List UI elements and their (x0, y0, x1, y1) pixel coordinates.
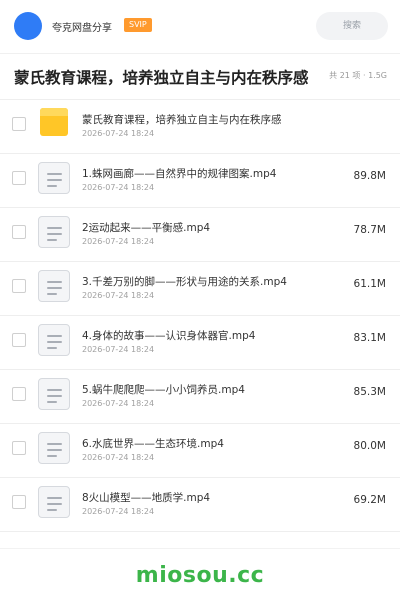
select-checkbox[interactable] (12, 171, 26, 185)
file-size: 80.0M (353, 440, 386, 452)
file-date: 2026-07-24 18:24 (82, 453, 155, 462)
file-size: 85.3M (353, 386, 386, 398)
file-icon (38, 216, 70, 248)
file-name: 2运动起来——平衡感.mp4 (82, 222, 211, 234)
select-checkbox[interactable] (12, 117, 26, 131)
file-name: 1.蛛网画廊——自然界中的规律图案.mp4 (82, 168, 277, 180)
watermark: miosou.cc (135, 563, 265, 588)
file-name: 8火山模型——地质学.mp4 (82, 492, 211, 504)
file-icon (38, 486, 70, 518)
search-button[interactable]: 搜索 (316, 12, 388, 40)
list-item[interactable]: 5.蜗牛爬爬爬——小小饲养员.mp4 2026-07-24 18:24 85.3… (0, 370, 400, 424)
item-count-summary: 共 21 项 · 1.5G (329, 71, 387, 80)
file-size: 69.2M (353, 494, 386, 506)
file-size: 89.8M (353, 170, 386, 182)
file-name: 3.千差万别的脚——形状与用途的关系.mp4 (82, 276, 287, 288)
list-item[interactable]: 8火山模型——地质学.mp4 2026-07-24 18:24 69.2M (0, 478, 400, 532)
file-icon (38, 162, 70, 194)
file-date: 2026-07-24 18:24 (82, 291, 155, 300)
file-icon (38, 270, 70, 302)
select-checkbox[interactable] (12, 495, 26, 509)
file-list: 蒙氏教育课程，培养独立自主与内在秩序感 2026-07-24 18:24 1.蛛… (0, 100, 400, 532)
page-title: 蒙氏教育课程，培养独立自主与内在秩序感 (14, 69, 309, 87)
select-checkbox[interactable] (12, 279, 26, 293)
list-item[interactable]: 2运动起来——平衡感.mp4 2026-07-24 18:24 78.7M (0, 208, 400, 262)
folder-icon (40, 108, 68, 136)
list-item[interactable]: 4.身体的故事——认识身体器官.mp4 2026-07-24 18:24 83.… (0, 316, 400, 370)
file-date: 2026-07-24 18:24 (82, 129, 155, 138)
file-size: 61.1M (353, 278, 386, 290)
file-icon (38, 378, 70, 410)
file-size: 83.1M (353, 332, 386, 344)
file-date: 2026-07-24 18:24 (82, 345, 155, 354)
file-name: 4.身体的故事——认识身体器官.mp4 (82, 330, 256, 342)
top-bar: 夸克网盘分享 SVIP 搜索 (0, 0, 400, 54)
file-icon (38, 324, 70, 356)
footer: miosou.cc (0, 548, 400, 600)
title-bar: 蒙氏教育课程，培养独立自主与内在秩序感 共 21 项 · 1.5G (0, 54, 400, 100)
select-checkbox[interactable] (12, 387, 26, 401)
username: 夸克网盘分享 (52, 23, 112, 34)
file-size: 78.7M (353, 224, 386, 236)
list-item[interactable]: 1.蛛网画廊——自然界中的规律图案.mp4 2026-07-24 18:24 8… (0, 154, 400, 208)
list-item-folder[interactable]: 蒙氏教育课程，培养独立自主与内在秩序感 2026-07-24 18:24 (0, 100, 400, 154)
file-name: 6.水底世界——生态环境.mp4 (82, 438, 224, 450)
svip-badge: SVIP (124, 18, 152, 32)
file-name: 5.蜗牛爬爬爬——小小饲养员.mp4 (82, 384, 245, 396)
list-item[interactable]: 6.水底世界——生态环境.mp4 2026-07-24 18:24 80.0M (0, 424, 400, 478)
file-name: 蒙氏教育课程，培养独立自主与内在秩序感 (82, 114, 282, 126)
select-checkbox[interactable] (12, 333, 26, 347)
list-item[interactable]: 3.千差万别的脚——形状与用途的关系.mp4 2026-07-24 18:24 … (0, 262, 400, 316)
select-checkbox[interactable] (12, 441, 26, 455)
select-checkbox[interactable] (12, 225, 26, 239)
file-date: 2026-07-24 18:24 (82, 183, 155, 192)
file-date: 2026-07-24 18:24 (82, 507, 155, 516)
file-date: 2026-07-24 18:24 (82, 237, 155, 246)
avatar[interactable] (14, 12, 42, 40)
file-date: 2026-07-24 18:24 (82, 399, 155, 408)
file-icon (38, 432, 70, 464)
